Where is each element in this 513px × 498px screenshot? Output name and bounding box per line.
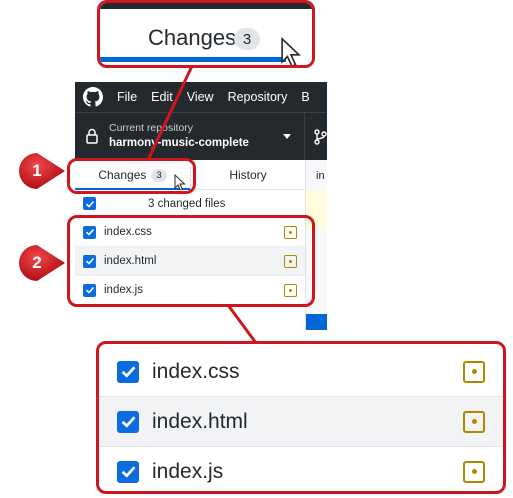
changed-files-header: 3 changed files (75, 190, 305, 218)
zoom-callout-file-list: index.css index.html index.js (96, 341, 506, 494)
tab-changes-label: Changes (148, 25, 237, 50)
toolbar: Current repository harmony-music-complet… (75, 112, 327, 161)
file-modified-icon (463, 360, 485, 383)
highlight-changes-tab (67, 158, 196, 194)
file-name: index.css (152, 359, 240, 383)
changed-files-count: 3 changed files (148, 197, 226, 210)
current-repository-button[interactable]: Current repository harmony-music-complet… (75, 113, 305, 161)
file-modified-icon (463, 410, 485, 433)
file-row-zoomed: index.js (99, 447, 503, 491)
file-name: index.js (152, 459, 224, 483)
highlight-file-list (67, 215, 315, 307)
diff-accent (306, 314, 327, 330)
checkbox-checked-icon (121, 416, 135, 428)
github-logo-icon (83, 87, 103, 107)
mouse-cursor-icon (281, 37, 302, 65)
file-modified-icon (463, 460, 485, 483)
lock-icon (86, 128, 98, 144)
caret-down-icon (283, 134, 291, 139)
repository-name: harmony-music-complete (109, 137, 249, 149)
file-checkbox (117, 410, 139, 433)
menu-file[interactable]: File (117, 90, 137, 104)
branch-icon[interactable] (313, 129, 327, 145)
tab-changes-zoomed: Changes 3 (100, 3, 312, 65)
tab-history[interactable]: History (190, 160, 305, 190)
zoom-callout-changes-tab: Changes 3 (97, 0, 315, 68)
tab-history-label: History (229, 168, 267, 182)
select-all-checkbox[interactable] (83, 197, 96, 210)
file-checkbox (117, 360, 139, 383)
menu-bar: File Edit View Repository B (75, 82, 327, 112)
active-tab-indicator (100, 57, 286, 62)
step-badge-2: 2 (18, 244, 66, 282)
file-row-zoomed: index.html (99, 397, 503, 446)
menu-view[interactable]: View (187, 90, 214, 104)
menu-branch[interactable]: B (301, 90, 309, 104)
file-checkbox (117, 460, 139, 483)
diff-pane-text: in (316, 170, 325, 182)
checkbox-checked-icon (85, 200, 94, 208)
changes-count-badge: 3 (234, 28, 260, 50)
checkbox-checked-icon (121, 466, 135, 478)
step-number: 2 (32, 253, 42, 272)
repository-label: Current repository (109, 122, 194, 134)
file-row-zoomed: index.css (99, 347, 503, 396)
step-number: 1 (32, 161, 42, 180)
file-name: index.html (152, 409, 248, 433)
titlebar-edge (100, 3, 312, 9)
menu-repository[interactable]: Repository (228, 90, 288, 104)
step-badge-1: 1 (18, 152, 66, 190)
menu-edit[interactable]: Edit (151, 90, 173, 104)
checkbox-checked-icon (121, 366, 135, 378)
